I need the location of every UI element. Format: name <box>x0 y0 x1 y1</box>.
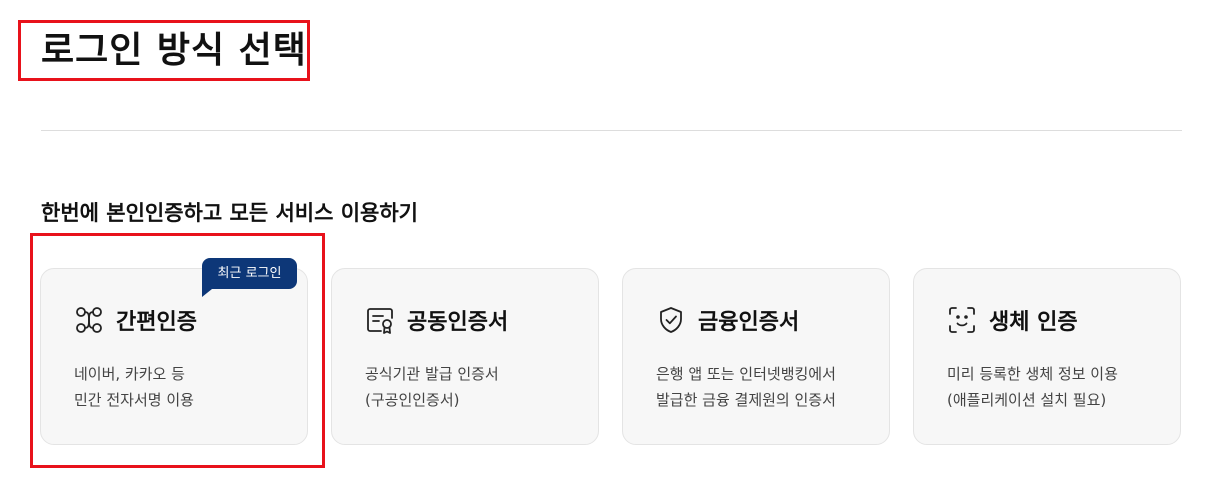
card-desc-line: 공식기관 발급 인증서 <box>365 365 499 383</box>
card-header: 금융인증서 <box>656 303 799 337</box>
title-highlight-box <box>18 20 310 81</box>
financial-certificate-card[interactable]: 금융인증서 은행 앱 또는 인터넷뱅킹에서 발급한 금융 결제원의 인증서 <box>622 268 890 445</box>
joint-certificate-card[interactable]: 공동인증서 공식기관 발급 인증서 (구공인인증서) <box>331 268 599 445</box>
card-highlight-box <box>30 233 325 468</box>
card-title: 생체 인증 <box>989 310 1078 335</box>
certificate-icon <box>365 305 395 335</box>
section-title: 한번에 본인인증하고 모든 서비스 이용하기 <box>41 201 419 225</box>
card-title: 금융인증서 <box>698 310 800 335</box>
divider <box>41 130 1182 131</box>
card-header: 공동인증서 <box>365 303 508 337</box>
card-desc-line: 미리 등록한 생체 정보 이용 <box>947 365 1118 383</box>
card-desc-line: (애플리케이션 설치 필요) <box>947 391 1107 409</box>
card-desc-line: 발급한 금융 결제원의 인증서 <box>656 391 836 409</box>
shield-check-icon <box>656 305 686 335</box>
card-title: 공동인증서 <box>407 310 509 335</box>
card-desc-line: (구공인인증서) <box>365 391 460 409</box>
card-description: 은행 앱 또는 인터넷뱅킹에서 발급한 금융 결제원의 인증서 <box>656 361 836 413</box>
card-description: 공식기관 발급 인증서 (구공인인증서) <box>365 361 499 413</box>
card-header: 생체 인증 <box>947 303 1078 337</box>
biometric-auth-card[interactable]: 생체 인증 미리 등록한 생체 정보 이용 (애플리케이션 설치 필요) <box>913 268 1181 445</box>
card-description: 미리 등록한 생체 정보 이용 (애플리케이션 설치 필요) <box>947 361 1118 413</box>
card-desc-line: 은행 앱 또는 인터넷뱅킹에서 <box>656 365 836 383</box>
face-scan-icon <box>947 305 977 335</box>
